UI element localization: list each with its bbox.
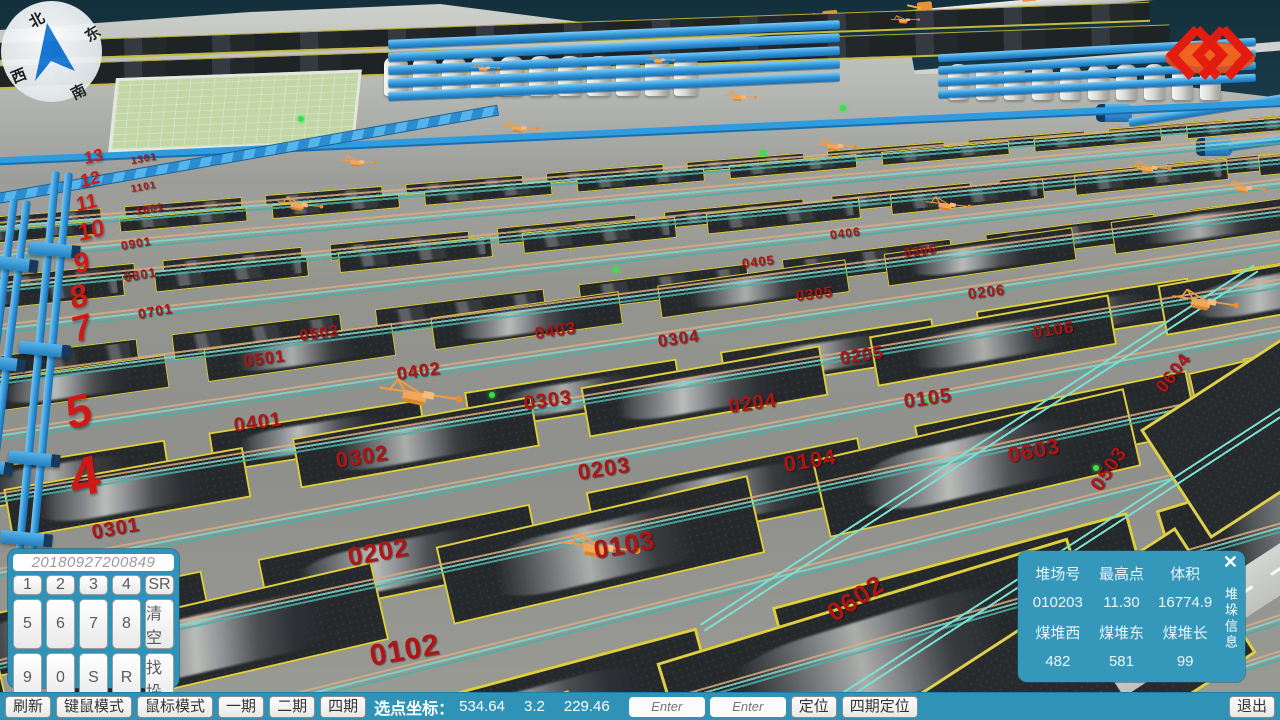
keypad-button[interactable]: 3 (79, 575, 108, 595)
highest-point-value: 11.30 (1103, 594, 1139, 611)
stacker-reclaimer[interactable] (889, 14, 921, 27)
compass[interactable]: 北 东 西 南 (1, 1, 102, 102)
keypad-button[interactable]: 1 (13, 575, 42, 595)
status-dot (613, 267, 619, 273)
exit-button[interactable]: 退出 (1229, 696, 1275, 718)
phase4-locate-button[interactable]: 四期定位 (842, 696, 918, 718)
locate-button[interactable]: 定位 (791, 696, 837, 718)
pile-label[interactable]: 0402 (396, 358, 443, 385)
pile-length-header: 煤堆长 (1163, 622, 1208, 643)
keypad-display[interactable]: 20180927200849 (13, 554, 174, 571)
company-logo (1164, 23, 1256, 87)
coord-input-1[interactable] (629, 697, 705, 717)
highest-point-header: 最高点 (1099, 563, 1144, 584)
pile-west-header: 煤堆西 (1035, 622, 1080, 643)
volume-value: 16774.9 (1158, 594, 1212, 611)
stack-info-grid: 堆场号 最高点 体积 010203 11.30 16774.9 煤堆西 煤堆东 … (1026, 559, 1217, 676)
search-keypad-panel: 20180927200849 1234SR5678清空90SR找垛<看历史>找设… (8, 549, 179, 688)
keypad-row: 5678清空 (13, 599, 174, 649)
close-icon[interactable]: ✕ (1223, 553, 1238, 571)
keypad-button[interactable]: 5 (13, 599, 42, 649)
status-dot (298, 116, 304, 122)
silo (384, 56, 408, 96)
stack-info-panel: ✕ 堆垛信息 堆场号 最高点 体积 010203 11.30 16774.9 煤… (1018, 551, 1245, 682)
pile-east-value: 581 (1109, 653, 1134, 670)
pile-label[interactable]: 0305 (795, 284, 834, 305)
status-dot (840, 105, 846, 111)
yard-no-header: 堆场号 (1035, 563, 1080, 584)
refresh-button[interactable]: 刷新 (5, 696, 51, 718)
silo (1032, 64, 1053, 100)
phase1-button[interactable]: 一期 (218, 696, 264, 718)
bottom-toolbar: 刷新 键鼠模式 鼠标模式 一期 二期 四期 选点坐标： 534.64 3.2 2… (0, 692, 1280, 720)
row-number: 10 (77, 216, 106, 246)
pile-label[interactable]: 0701 (137, 300, 174, 322)
selected-point-coords-label: 选点坐标： (374, 695, 454, 719)
pile-label[interactable]: 0304 (657, 326, 701, 352)
row-number: 13 (83, 146, 104, 168)
coord-z-value: 229.46 (564, 698, 610, 715)
mouse-mode-button[interactable]: 鼠标模式 (137, 696, 213, 718)
pile-east-header: 煤堆东 (1099, 622, 1144, 643)
coord-y-value: 3.2 (524, 698, 545, 715)
stack-info-side-label: 堆垛信息 (1221, 587, 1240, 651)
volume-header: 体积 (1170, 563, 1200, 584)
pile-west-value: 482 (1045, 653, 1070, 670)
row-number: 9 (72, 247, 91, 279)
status-dot (489, 392, 495, 398)
row-number: 11 (75, 190, 98, 215)
keypad-button[interactable]: 2 (46, 575, 75, 595)
ship-loader-icon (1022, 0, 1038, 2)
pile-label[interactable]: 0206 (967, 282, 1006, 303)
keypad-button[interactable]: 7 (79, 599, 108, 649)
yard-no-value: 010203 (1033, 594, 1083, 611)
keypad-button[interactable]: 8 (112, 599, 141, 649)
status-dot (760, 150, 766, 156)
keypad-button[interactable]: 6 (46, 599, 75, 649)
keypad-button[interactable]: SR (145, 575, 174, 595)
keypad-button[interactable]: 4 (112, 575, 141, 595)
phase4-button[interactable]: 四期 (320, 696, 366, 718)
key-mouse-mode-button[interactable]: 键鼠模式 (56, 696, 132, 718)
phase2-button[interactable]: 二期 (269, 696, 315, 718)
pile-label[interactable]: 0105 (902, 384, 953, 414)
coal-yard-3d-view[interactable]: 0102020201030602020303020104060305030401… (0, 0, 1280, 720)
keypad-row: 1234SR (13, 575, 174, 595)
keypad-button[interactable]: 清空 (145, 599, 174, 649)
pile-length-value: 99 (1177, 653, 1194, 670)
pile-label[interactable]: 0403 (534, 318, 578, 344)
coord-x-value: 534.64 (459, 698, 505, 715)
coord-input-2[interactable] (710, 697, 786, 717)
row-number: 12 (79, 168, 101, 191)
